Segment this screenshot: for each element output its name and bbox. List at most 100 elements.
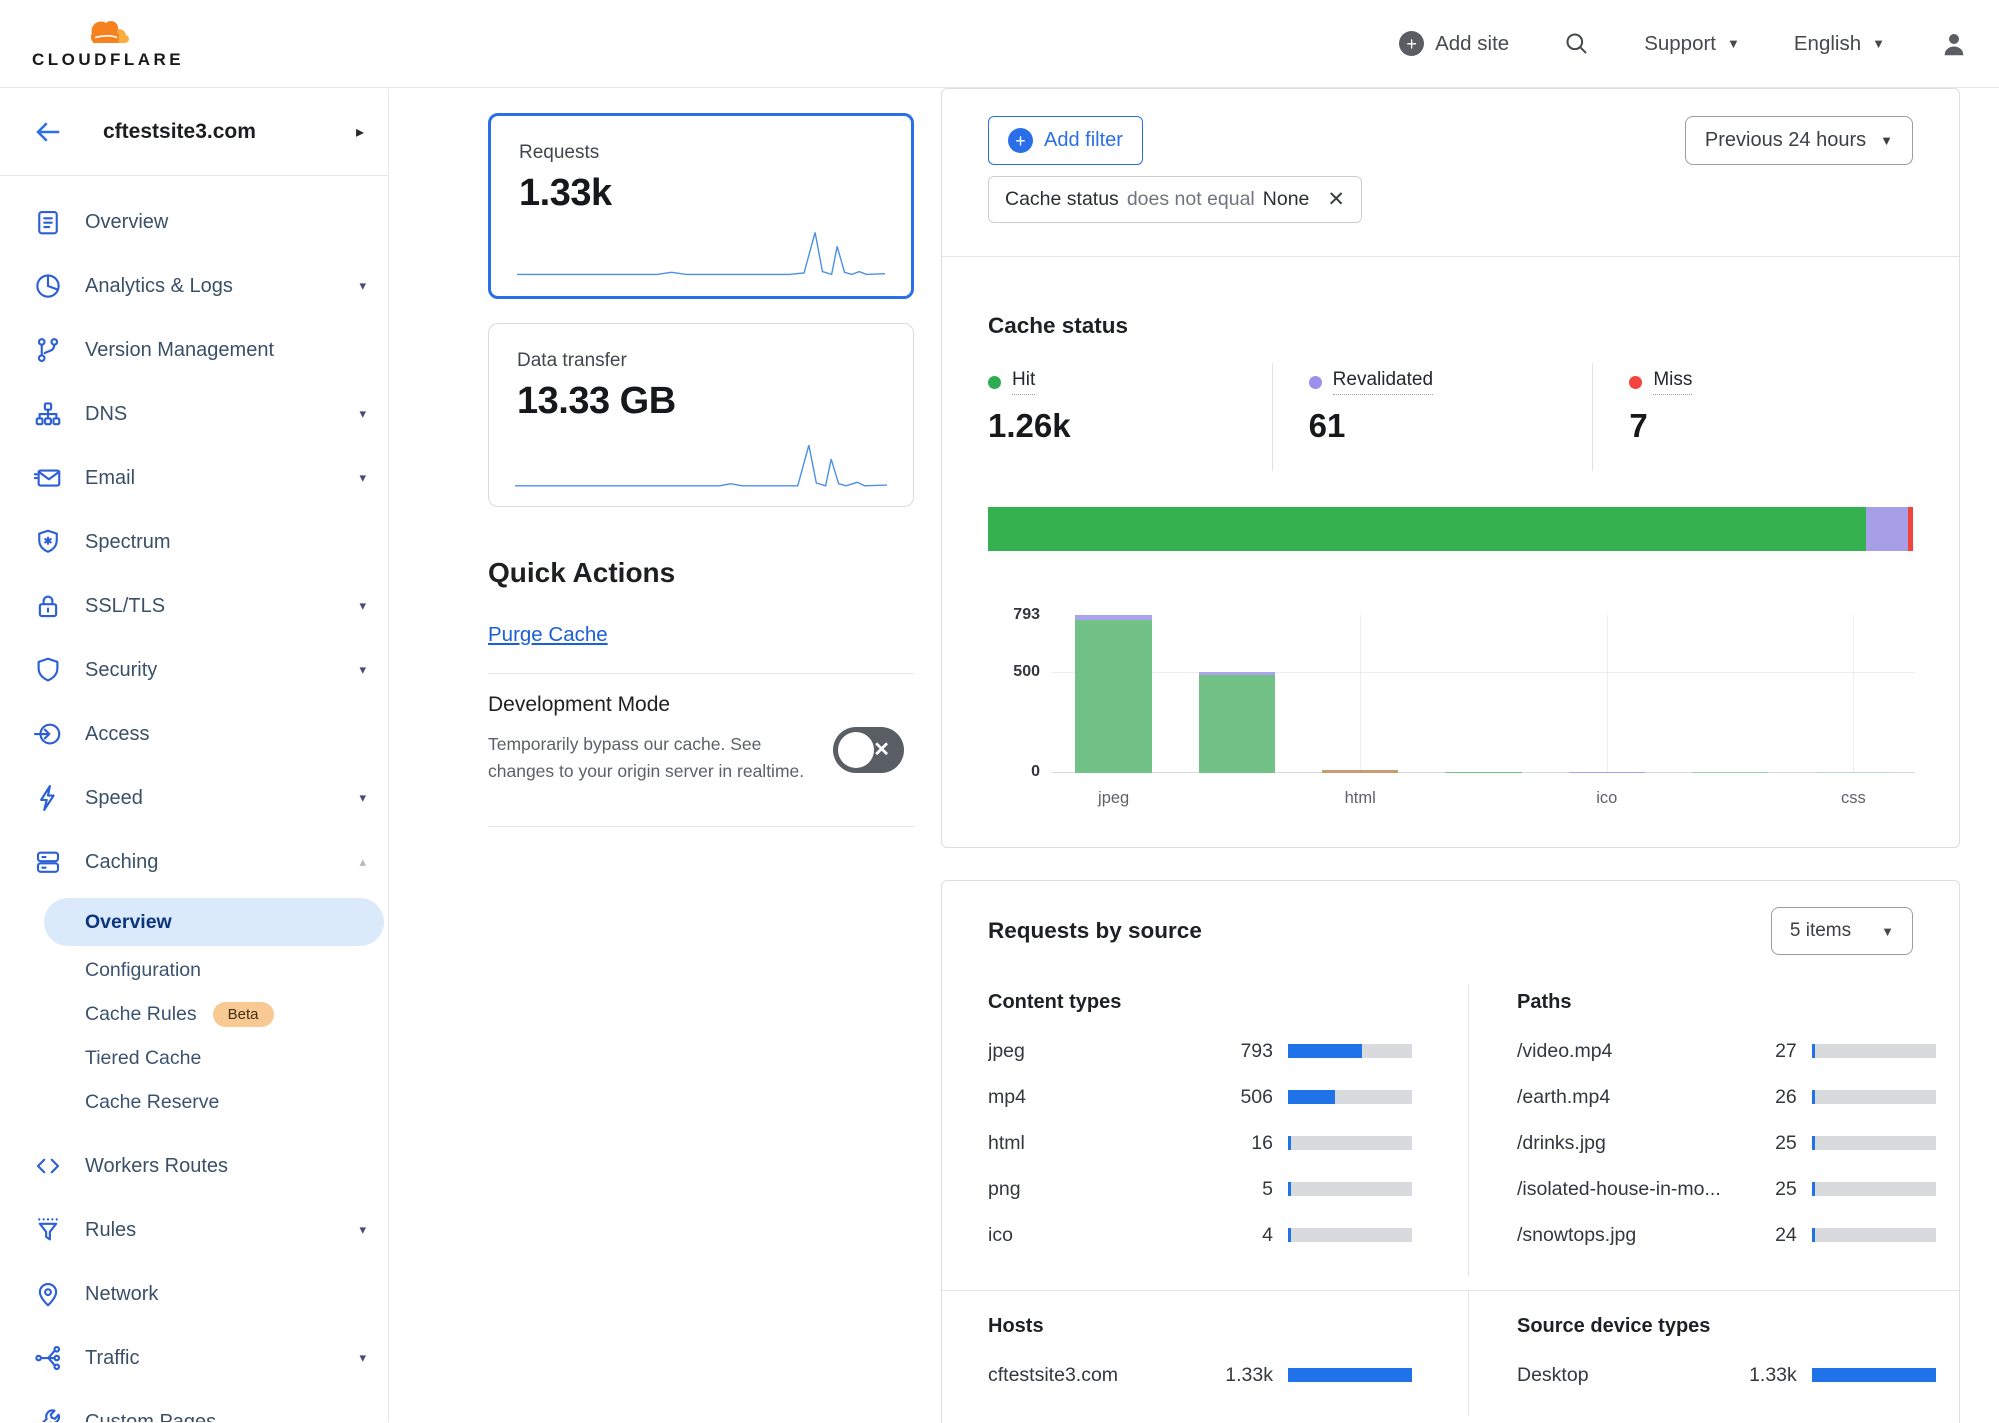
sidebar-subitem-label: Overview	[85, 911, 172, 934]
development-mode-toggle[interactable]: ✕	[833, 727, 904, 773]
bar	[1322, 770, 1398, 773]
y-axis-label-500: 500	[990, 663, 1040, 681]
table-row[interactable]: /isolated-house-in-mo...25	[1517, 1166, 1936, 1212]
back-arrow-icon[interactable]	[33, 117, 63, 147]
table-row[interactable]: /video.mp427	[1517, 1028, 1936, 1074]
sidebar-item-dns[interactable]: DNS▾	[0, 382, 388, 446]
time-range-dropdown[interactable]: Previous 24 hours ▼	[1685, 116, 1913, 165]
sidebar-subitem-cache-rules[interactable]: Cache RulesBeta	[0, 992, 388, 1036]
content-types-title: Content types	[988, 991, 1412, 1014]
time-range-label: Previous 24 hours	[1705, 129, 1866, 152]
beta-badge: Beta	[213, 1002, 274, 1027]
stacked-segment-miss	[1908, 507, 1913, 551]
chevron-down-icon: ▼	[1880, 133, 1893, 148]
table-row[interactable]: ico4	[988, 1212, 1412, 1258]
requests-metric-card[interactable]: Requests 1.33k	[488, 113, 914, 299]
rules-icon	[33, 1215, 63, 1245]
table-row[interactable]: html16	[988, 1120, 1412, 1166]
sidebar-item-security[interactable]: Security▾	[0, 638, 388, 702]
sidebar-item-traffic[interactable]: Traffic▾	[0, 1326, 388, 1390]
sidebar-subitem-cache-reserve[interactable]: Cache Reserve	[0, 1080, 388, 1124]
sidebar-subitem-configuration[interactable]: Configuration	[0, 948, 388, 992]
workers-routes-icon	[33, 1151, 63, 1181]
row-bar-track	[1288, 1136, 1412, 1150]
table-row[interactable]: /earth.mp426	[1517, 1074, 1936, 1120]
sidebar-item-custom-pages[interactable]: Custom Pages	[0, 1390, 388, 1422]
table-row[interactable]: Desktop1.33k	[1517, 1352, 1936, 1398]
row-value: 25	[1721, 1178, 1797, 1201]
table-row[interactable]: /drinks.jpg25	[1517, 1120, 1936, 1166]
bar-slot-mp4[interactable]	[1175, 615, 1298, 773]
items-count-dropdown[interactable]: 5 items ▼	[1771, 907, 1913, 955]
row-value: 26	[1721, 1086, 1797, 1109]
table-row[interactable]: jpeg793	[988, 1028, 1412, 1074]
bar	[1075, 615, 1151, 773]
filter-chip[interactable]: Cache status does not equal None ✕	[988, 176, 1362, 223]
table-row[interactable]: /snowtops.jpg24	[1517, 1212, 1936, 1258]
row-value: 27	[1721, 1040, 1797, 1063]
row-bar-fill	[1288, 1136, 1291, 1150]
sidebar-item-analytics-logs[interactable]: Analytics & Logs▾	[0, 254, 388, 318]
source-device-types-title: Source device types	[1517, 1315, 1936, 1338]
add-filter-button[interactable]: + Add filter	[988, 116, 1143, 165]
cache-status-stat-hit: Hit1.26k	[988, 363, 1272, 471]
add-site-label: Add site	[1435, 32, 1509, 56]
caching-icon	[33, 847, 63, 877]
cloudflare-logo[interactable]: CLOUDFLARE	[32, 17, 184, 70]
row-label: mp4	[988, 1086, 1197, 1109]
row-bar-track	[1812, 1228, 1936, 1242]
chevron-right-icon[interactable]: ▸	[356, 122, 364, 142]
sidebar-item-rules[interactable]: Rules▾	[0, 1198, 388, 1262]
table-row[interactable]: cftestsite3.com1.33k	[988, 1352, 1412, 1398]
table-row[interactable]: mp4506	[988, 1074, 1412, 1120]
add-site-button[interactable]: + Add site	[1399, 31, 1509, 56]
sidebar-item-email[interactable]: Email▾	[0, 446, 388, 510]
bar-slot-jpeg[interactable]	[1052, 615, 1175, 773]
sidebar-item-caching[interactable]: Caching▴	[0, 830, 388, 894]
analytics-panel: + Add filter Previous 24 hours ▼ Cache s…	[941, 88, 1960, 1422]
sidebar-item-speed[interactable]: Speed▾	[0, 766, 388, 830]
caching-submenu: Overview ConfigurationCache RulesBetaTier…	[0, 894, 388, 1134]
source-device-types-column: Source device types Desktop1.33k	[1469, 1291, 1960, 1416]
row-label: /video.mp4	[1517, 1040, 1721, 1063]
chevron-down-icon: ▼	[1727, 36, 1740, 51]
bar-segment-hit	[1199, 675, 1275, 773]
bar-slot-ico[interactable]	[1545, 615, 1668, 773]
stat-label[interactable]: Miss	[1629, 369, 1913, 395]
bar-slot-unlabeled[interactable]	[1668, 615, 1791, 773]
data-transfer-metric-card[interactable]: Data transfer 13.33 GB	[488, 323, 914, 507]
chevron-down-icon: ▾	[359, 1350, 366, 1366]
requests-by-source-columns: Content types jpeg793mp4506html16png5ico4…	[942, 985, 1959, 1416]
sidebar-item-spectrum[interactable]: Spectrum	[0, 510, 388, 574]
bar-slot-html[interactable]	[1299, 615, 1422, 773]
search-button[interactable]	[1563, 30, 1590, 57]
row-bar-track	[1812, 1182, 1936, 1196]
sidebar-item-ssl-tls[interactable]: SSL/TLS▾	[0, 574, 388, 638]
sidebar-item-overview[interactable]: Overview	[0, 190, 388, 254]
filter-chip-value: None	[1263, 188, 1310, 211]
sidebar-subitem-overview[interactable]: Overview	[44, 898, 384, 946]
y-axis-label-793: 793	[990, 606, 1040, 624]
table-row[interactable]: png5	[988, 1166, 1412, 1212]
sidebar-item-workers-routes[interactable]: Workers Routes	[0, 1134, 388, 1198]
row-bar-track	[1812, 1090, 1936, 1104]
bars-row	[1052, 615, 1915, 773]
sidebar-subitem-tiered-cache[interactable]: Tiered Cache	[0, 1036, 388, 1080]
account-menu[interactable]	[1939, 29, 1969, 59]
language-menu[interactable]: English ▼	[1794, 32, 1885, 56]
sidebar-item-label: Analytics & Logs	[85, 275, 233, 298]
remove-filter-icon[interactable]: ✕	[1327, 187, 1345, 212]
cache-status-title: Cache status	[988, 313, 1913, 339]
purge-cache-link[interactable]: Purge Cache	[488, 623, 608, 647]
toggle-knob	[838, 732, 874, 768]
security-icon	[33, 655, 63, 685]
stat-label[interactable]: Hit	[988, 369, 1272, 395]
paths-title: Paths	[1517, 991, 1936, 1014]
support-menu[interactable]: Support ▼	[1644, 32, 1740, 56]
sidebar-item-version-management[interactable]: Version Management	[0, 318, 388, 382]
stat-label[interactable]: Revalidated	[1309, 369, 1593, 395]
bar-slot-css[interactable]	[1792, 615, 1915, 773]
bar-slot-png[interactable]	[1422, 615, 1545, 773]
sidebar-item-network[interactable]: Network	[0, 1262, 388, 1326]
sidebar-item-access[interactable]: Access	[0, 702, 388, 766]
